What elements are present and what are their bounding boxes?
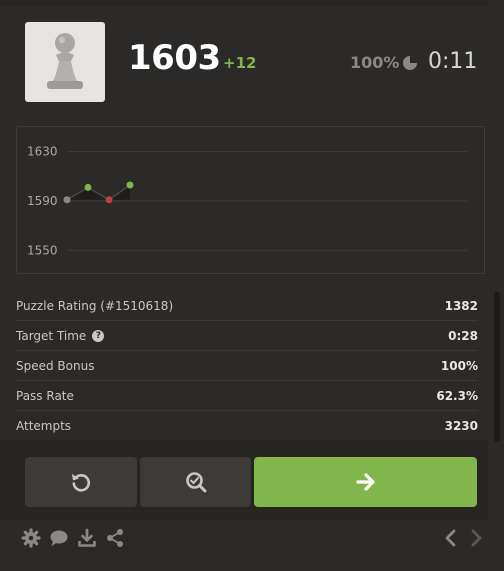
analysis-button[interactable] [140,457,251,507]
stat-label: Speed Bonus [16,358,95,373]
puzzle-rating: 1603 [128,38,221,78]
download-icon[interactable] [77,528,97,548]
stat-row-puzzle-rating: Puzzle Rating (#1510618) 1382 [16,291,478,321]
y-tick-label: 1590 [27,194,58,208]
stat-label: Puzzle Rating (#1510618) [16,298,174,313]
stat-row-target-time: Target Time ? 0:28 [16,321,478,351]
chart-point-neutral[interactable] [63,196,71,204]
arrow-right-icon [355,473,375,491]
retry-icon [72,474,90,492]
clock-icon [403,56,417,70]
piece-avatar [25,22,105,102]
puzzle-stats: Puzzle Rating (#1510618) 1382 Target Tim… [16,291,478,441]
footer-toolbar [0,520,488,571]
stat-label: Target Time [16,328,87,343]
help-icon[interactable]: ? [92,329,105,342]
stat-label: Pass Rate [16,388,74,403]
y-tick-label: 1550 [27,243,58,257]
stat-row-speed-bonus: Speed Bonus 100% [16,351,478,381]
stat-label-wrap: Target Time ? [16,328,105,343]
stat-row-attempts: Attempts 3230 [16,411,478,441]
chart-point-solved[interactable] [84,183,92,191]
chat-icon[interactable] [49,528,69,548]
timer: 0:11 [428,49,478,74]
action-bar [0,440,488,520]
chevron-left-icon[interactable] [441,528,461,548]
next-puzzle-button[interactable] [254,457,477,507]
stat-value: 62.3% [436,388,478,403]
rating-chart-svg: 1630 1590 1550 [27,145,467,257]
stat-row-pass-rate: Pass Rate 62.3% [16,381,478,411]
stat-value: 100% [440,358,478,373]
stat-label: Attempts [16,419,72,433]
scrollbar[interactable] [490,0,504,571]
chart-point-failed[interactable] [105,196,113,204]
chevron-right-icon[interactable] [466,528,486,548]
analysis-icon [185,472,206,493]
chart-point-solved[interactable] [126,181,134,189]
scrollbar-thumb[interactable] [494,292,500,442]
y-tick-label: 1630 [27,145,58,159]
stat-value: 3230 [444,419,478,433]
rating-chart: 1630 1590 1550 [16,126,485,274]
pawn-icon [47,33,83,89]
rating-change: +12 [223,54,257,72]
accuracy-percent: 100% [350,53,400,72]
stat-value: 0:28 [448,328,478,343]
gear-icon[interactable] [21,528,41,548]
top-edge [0,0,488,6]
retry-button[interactable] [25,457,137,507]
puzzle-panel: 1603 +12 100% 0:11 1630 1590 1550 Puzzle R… [0,0,488,571]
share-icon[interactable] [105,528,125,548]
stat-value: 1382 [444,298,478,313]
